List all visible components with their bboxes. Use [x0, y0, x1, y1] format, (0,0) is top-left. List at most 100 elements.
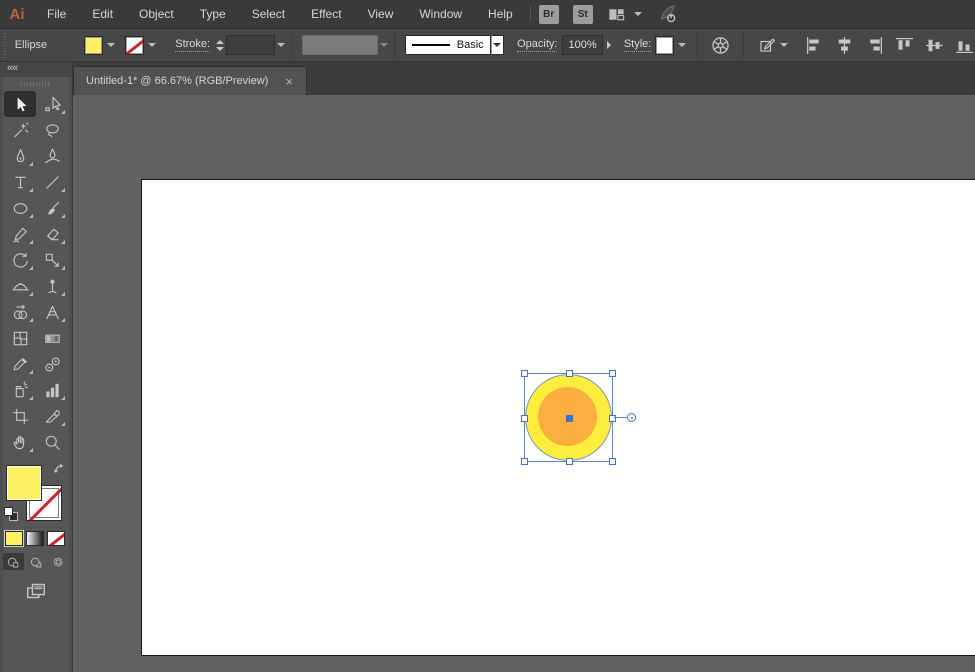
horizontal-align-right-icon[interactable] [864, 35, 885, 56]
horizontal-align-left-icon[interactable] [804, 35, 825, 56]
magic-wand-tool-icon[interactable] [4, 117, 36, 143]
workspace-chevron-down-icon[interactable] [634, 12, 642, 16]
style-panel-label[interactable]: Style: [624, 38, 652, 52]
zoom-tool-icon[interactable] [36, 429, 68, 455]
stroke-weight-chevron-down-icon[interactable] [275, 36, 287, 55]
fill-proxy-swatch[interactable] [6, 465, 42, 501]
draw-normal-icon[interactable] [3, 553, 24, 570]
style-chevron-down-icon[interactable] [674, 36, 689, 55]
opacity-field[interactable]: 100% [562, 35, 602, 55]
menu-type[interactable]: Type [187, 0, 239, 29]
selection-bounding-box[interactable] [524, 373, 613, 462]
perspective-grid-tool-icon[interactable] [36, 299, 68, 325]
rotate-tool-icon[interactable] [4, 247, 36, 273]
collapse-panel-button[interactable]: «« [0, 62, 72, 77]
selection-handle-nw[interactable] [521, 370, 528, 377]
fill-swatch[interactable] [84, 36, 103, 55]
brush-stroke-preview [412, 44, 450, 46]
menu-window[interactable]: Window [406, 0, 475, 29]
gradient-button[interactable] [26, 531, 44, 546]
recolor-artwork-icon[interactable] [710, 35, 731, 56]
selection-handle-ne[interactable] [609, 370, 616, 377]
stroke-weight-field[interactable] [226, 35, 276, 55]
lasso-tool-icon[interactable] [36, 117, 68, 143]
eyedropper-tool-icon[interactable] [4, 351, 36, 377]
pie-widget-handle[interactable] [627, 413, 636, 422]
selection-handle-w[interactable] [521, 415, 528, 422]
menu-edit[interactable]: Edit [79, 0, 126, 29]
style-combo[interactable] [655, 36, 689, 55]
slice-tool-icon[interactable] [36, 403, 68, 429]
column-graph-tool-icon[interactable] [36, 377, 68, 403]
selection-center-point[interactable] [566, 415, 573, 422]
stroke-color-combo[interactable] [125, 36, 159, 55]
document-tab-title: Untitled-1* @ 66.67% (RGB/Preview) [86, 75, 268, 87]
selection-tool-icon[interactable] [4, 91, 36, 117]
eraser-tool-icon[interactable] [36, 221, 68, 247]
stroke-weight-stepper[interactable] [215, 35, 226, 55]
control-bar-grip[interactable] [1, 32, 7, 58]
select-similar-icon[interactable] [758, 35, 778, 55]
gpu-performance-icon[interactable] [656, 3, 678, 25]
stroke-chevron-down-icon[interactable] [144, 36, 159, 55]
close-icon[interactable]: × [282, 73, 296, 90]
stroke-swatch-none[interactable] [125, 36, 144, 55]
selection-handle-n[interactable] [566, 370, 573, 377]
vertical-align-bottom-icon[interactable] [954, 35, 975, 56]
curvature-tool-icon[interactable] [36, 143, 68, 169]
menu-select[interactable]: Select [239, 0, 298, 29]
mesh-tool-icon[interactable] [4, 325, 36, 351]
swap-fill-stroke-icon[interactable] [53, 463, 66, 476]
brush-definition-dropdown[interactable]: Basic [405, 35, 491, 55]
context-label: Ellipse [15, 39, 53, 51]
artboard-tool-icon[interactable] [4, 403, 36, 429]
default-fill-stroke-icon[interactable] [4, 507, 18, 521]
none-button[interactable] [47, 531, 65, 546]
menu-file[interactable]: File [34, 0, 79, 29]
canvas-pasteboard[interactable] [73, 95, 975, 672]
pen-tool-icon[interactable] [4, 143, 36, 169]
screen-mode-button[interactable] [21, 579, 51, 603]
type-tool-icon[interactable] [4, 169, 36, 195]
stock-button[interactable]: St [573, 5, 593, 24]
workspace-switcher-icon[interactable] [607, 5, 626, 24]
ellipse-tool-icon[interactable] [4, 195, 36, 221]
color-button[interactable] [5, 531, 23, 546]
selection-handle-se[interactable] [609, 458, 616, 465]
panel-grip[interactable] [21, 82, 51, 87]
fill-chevron-down-icon[interactable] [103, 36, 118, 55]
horizontal-align-center-icon[interactable] [834, 35, 855, 56]
blend-tool-icon[interactable] [36, 351, 68, 377]
draw-inside-icon[interactable] [48, 553, 69, 570]
menu-view[interactable]: View [355, 0, 407, 29]
width-tool-icon[interactable] [4, 273, 36, 299]
fill-color-combo[interactable] [84, 36, 118, 55]
opacity-panel-label[interactable]: Opacity: [517, 38, 557, 52]
stroke-panel-label[interactable]: Stroke: [175, 38, 210, 52]
vertical-align-top-icon[interactable] [894, 35, 915, 56]
menu-object[interactable]: Object [126, 0, 187, 29]
shape-builder-tool-icon[interactable] [4, 299, 36, 325]
line-segment-tool-icon[interactable] [36, 169, 68, 195]
brush-definition-value: Basic [457, 39, 484, 51]
puppet-warp-tool-icon[interactable] [36, 273, 68, 299]
shaper-tool-icon[interactable] [4, 221, 36, 247]
brush-definition-chevron-down-icon[interactable] [491, 35, 504, 55]
opacity-arrow-right-icon[interactable] [603, 36, 615, 55]
selection-handle-s[interactable] [566, 458, 573, 465]
draw-behind-icon[interactable] [26, 553, 47, 570]
scale-tool-icon[interactable] [36, 247, 68, 273]
paintbrush-tool-icon[interactable] [36, 195, 68, 221]
vertical-align-center-icon[interactable] [924, 35, 945, 56]
menu-effect[interactable]: Effect [298, 0, 354, 29]
select-similar-chevron-down-icon[interactable] [780, 43, 788, 47]
hand-tool-icon[interactable] [4, 429, 36, 455]
menu-help[interactable]: Help [475, 0, 526, 29]
symbol-sprayer-tool-icon[interactable] [4, 377, 36, 403]
selection-handle-sw[interactable] [521, 458, 528, 465]
document-tab[interactable]: Untitled-1* @ 66.67% (RGB/Preview) × [73, 66, 307, 95]
style-swatch[interactable] [655, 36, 674, 55]
direct-selection-tool-icon[interactable] [36, 91, 68, 117]
bridge-button[interactable]: Br [539, 5, 559, 24]
gradient-tool-icon[interactable] [36, 325, 68, 351]
